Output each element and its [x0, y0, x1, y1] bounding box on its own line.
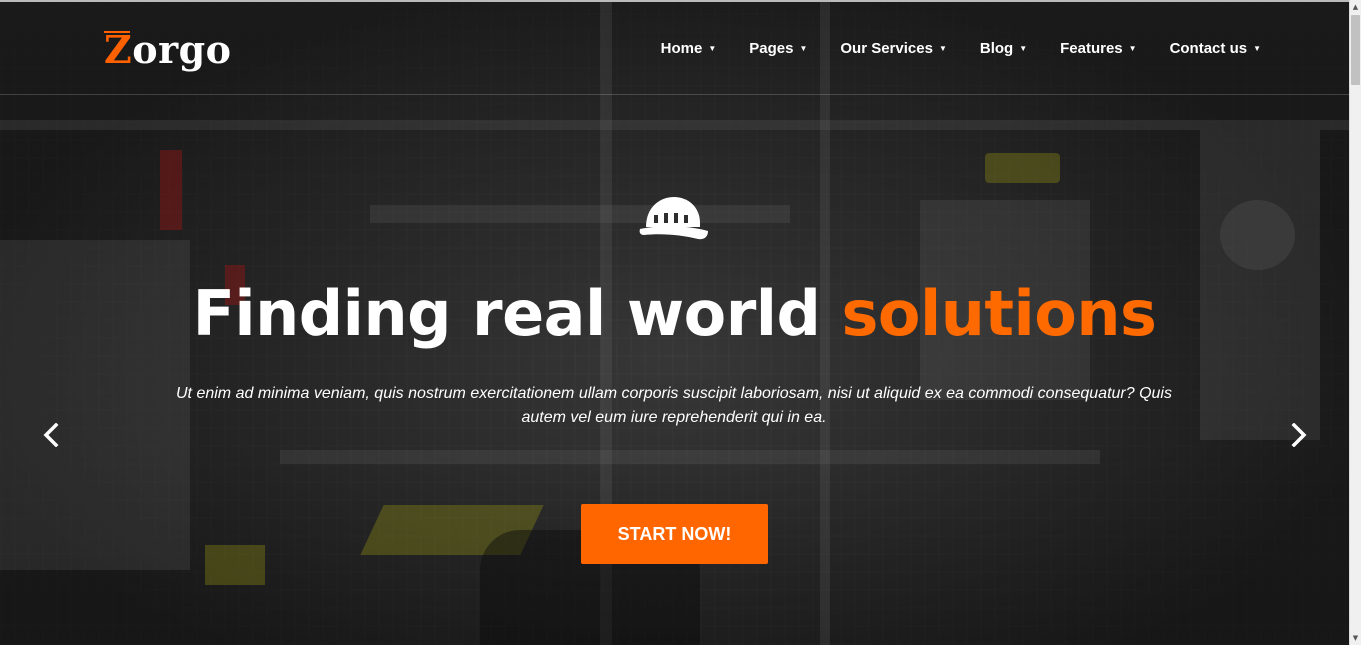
nav-item-home[interactable]: Home ▼ — [661, 40, 717, 57]
nav-label: Contact us — [1169, 40, 1248, 57]
nav-item-pages[interactable]: Pages ▼ — [749, 40, 807, 57]
caret-down-icon: ▼ — [799, 44, 808, 53]
scroll-down-arrow-icon[interactable]: ▼ — [1350, 631, 1361, 645]
logo-text: orgo — [132, 27, 232, 72]
logo[interactable]: Zorgo — [104, 24, 232, 76]
slider-next-button[interactable] — [1284, 420, 1314, 450]
caret-down-icon: ▼ — [1128, 44, 1137, 53]
nav-item-features[interactable]: Features ▼ — [1060, 40, 1136, 57]
caret-down-icon: ▼ — [1019, 44, 1028, 53]
caret-down-icon: ▼ — [1253, 44, 1261, 53]
scroll-up-arrow-icon[interactable]: ▲ — [1350, 0, 1361, 14]
main-nav: Home ▼ Pages ▼ Our Services ▼ Blog ▼ Fea… — [628, 40, 1261, 57]
caret-down-icon: ▼ — [938, 44, 947, 53]
nav-label: Our Services — [840, 40, 933, 57]
hero-subtext: Ut enim ad minima veniam, quis nostrum e… — [176, 385, 1172, 426]
nav-label: Home — [660, 40, 703, 57]
scroll-thumb[interactable] — [1351, 15, 1360, 85]
chevron-left-icon — [43, 423, 59, 447]
page-scrollbar[interactable]: ▲ ▼ — [1349, 0, 1361, 645]
hero-headline: Finding real world solutions — [0, 274, 1349, 354]
site-header: Zorgo Home ▼ Pages ▼ Our Services ▼ Blog… — [0, 2, 1349, 95]
chevron-right-icon — [1291, 423, 1307, 447]
caret-down-icon: ▼ — [708, 44, 717, 53]
nav-item-contact-us[interactable]: Contact us ▼ — [1170, 40, 1261, 57]
start-now-button[interactable]: START NOW! — [581, 504, 768, 564]
nav-item-our-services[interactable]: Our Services ▼ — [840, 40, 946, 57]
nav-label: Blog — [979, 40, 1014, 57]
nav-label: Features — [1060, 40, 1123, 57]
slider-prev-button[interactable] — [36, 420, 66, 450]
logo-first-letter: Z — [104, 27, 133, 72]
nav-label: Pages — [749, 40, 794, 57]
headline-accent: solutions — [841, 277, 1157, 350]
headline-main: Finding real world — [192, 277, 842, 350]
hard-hat-icon — [638, 193, 710, 243]
nav-item-blog[interactable]: Blog ▼ — [980, 40, 1027, 57]
